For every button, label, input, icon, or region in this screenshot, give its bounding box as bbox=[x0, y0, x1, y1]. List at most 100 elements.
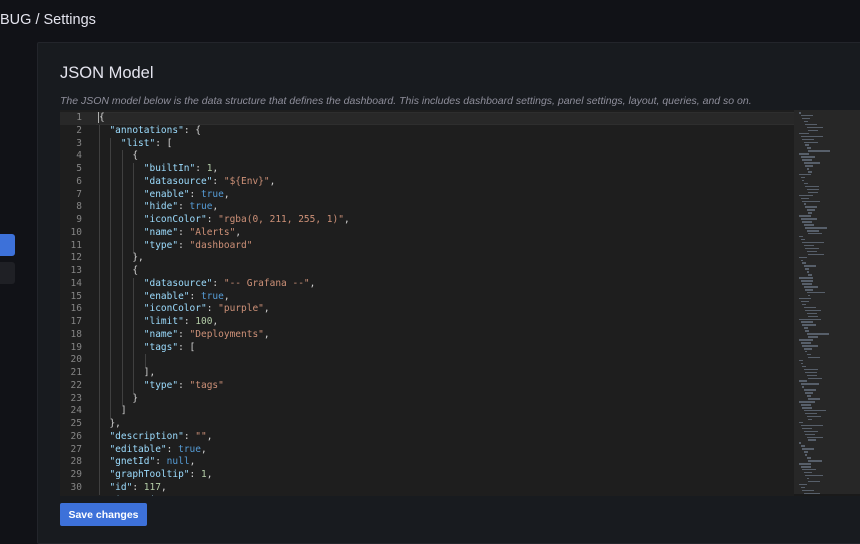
code-text: "enable": true, bbox=[98, 291, 230, 304]
minimap-line bbox=[805, 268, 809, 270]
minimap-line bbox=[799, 235, 803, 238]
code-token: "tags" bbox=[143, 341, 179, 353]
minimap-line bbox=[800, 300, 809, 303]
code-token: "tags" bbox=[189, 379, 224, 391]
editor-minimap[interactable] bbox=[794, 110, 860, 496]
code-token: { bbox=[98, 150, 139, 162]
indent-guide bbox=[99, 124, 100, 495]
minimap-line bbox=[803, 348, 812, 350]
json-code-editor[interactable]: 1{2 "annotations": {3 "list": [4 {5 "bui… bbox=[60, 110, 860, 496]
code-token: "dashboard" bbox=[189, 239, 253, 251]
minimap-line bbox=[803, 306, 816, 309]
minimap-line bbox=[806, 353, 811, 356]
minimap-line bbox=[808, 460, 822, 462]
code-token: : bbox=[189, 290, 201, 302]
line-number: 24 bbox=[70, 405, 82, 417]
line-number: 16 bbox=[70, 303, 82, 315]
minimap-line bbox=[806, 230, 819, 232]
line-number: 10 bbox=[70, 226, 82, 238]
code-token: : bbox=[132, 481, 144, 493]
code-token: , bbox=[160, 481, 167, 493]
minimap-line bbox=[806, 147, 811, 149]
code-token: true bbox=[200, 188, 224, 200]
minimap-line bbox=[808, 377, 822, 379]
minimap-line bbox=[805, 412, 817, 415]
code-text: "editable": true, bbox=[98, 443, 206, 457]
line-number: 19 bbox=[70, 341, 82, 353]
code-token: true bbox=[178, 443, 201, 455]
code-text: "enable": true, bbox=[98, 189, 230, 202]
code-token: : bbox=[206, 214, 219, 225]
minimap-line bbox=[799, 359, 803, 362]
minimap-line bbox=[808, 480, 820, 483]
minimap-line bbox=[800, 445, 805, 447]
minimap-line bbox=[802, 262, 806, 264]
minimap-line bbox=[808, 191, 818, 194]
code-text: "datasource": "-- Grafana --", bbox=[98, 277, 316, 291]
save-changes-button[interactable]: Save changes bbox=[60, 503, 147, 526]
minimap-line bbox=[802, 489, 814, 492]
minimap-line bbox=[800, 424, 823, 427]
minimap-line bbox=[799, 297, 811, 300]
minimap-line bbox=[799, 421, 803, 424]
code-text: "annotations": { bbox=[98, 125, 201, 138]
minimap-line bbox=[808, 439, 816, 441]
minimap-line bbox=[803, 430, 818, 433]
minimap-line bbox=[803, 265, 816, 267]
code-token: : bbox=[178, 328, 190, 340]
minimap-line bbox=[803, 492, 820, 495]
code-text: "limit": 100, bbox=[98, 316, 218, 329]
code-line: 16 "iconColor": "purple", bbox=[60, 303, 860, 316]
code-token: "enable" bbox=[143, 290, 190, 302]
indent-guide bbox=[121, 150, 123, 406]
code-token: "datasource" bbox=[143, 277, 213, 289]
code-text: "tags": [ bbox=[98, 341, 196, 355]
code-token: , bbox=[263, 328, 270, 340]
code-token: 1648264034510 bbox=[184, 495, 258, 497]
code-token: : bbox=[183, 430, 196, 442]
line-number: 15 bbox=[70, 290, 82, 302]
minimap-line bbox=[803, 409, 826, 412]
code-text: } bbox=[98, 393, 138, 406]
code-token: "iteration" bbox=[109, 495, 172, 497]
code-token: "-- Grafana --" bbox=[223, 277, 310, 289]
code-text: }, bbox=[98, 252, 143, 265]
code-text: "graphTooltip": 1, bbox=[98, 469, 212, 482]
minimap-line bbox=[799, 215, 811, 217]
code-line: 24 ] bbox=[60, 405, 860, 418]
minimap-line bbox=[805, 371, 817, 374]
minimap-line bbox=[799, 194, 813, 197]
indent-guide bbox=[133, 163, 135, 253]
code-token: 100 bbox=[195, 316, 213, 327]
code-token: "editable" bbox=[109, 443, 167, 455]
minimap-line bbox=[805, 185, 819, 188]
minimap-line bbox=[806, 312, 817, 315]
code-text: }, bbox=[98, 418, 120, 431]
code-text: "name": "Deployments", bbox=[98, 329, 270, 342]
minimap-line bbox=[799, 380, 807, 382]
code-line: 20 bbox=[60, 354, 860, 367]
code-token: "list" bbox=[120, 137, 156, 149]
minimap-line bbox=[806, 457, 811, 459]
sidebar-tab-active[interactable] bbox=[0, 234, 15, 256]
code-token: , bbox=[223, 188, 230, 200]
code-token: 117 bbox=[143, 481, 161, 493]
minimap-line bbox=[800, 197, 809, 200]
minimap-line bbox=[806, 477, 809, 480]
code-text: { bbox=[98, 265, 138, 278]
code-line: 29 "graphTooltip": 1, bbox=[60, 469, 860, 482]
minimap-line bbox=[805, 330, 809, 332]
code-token: : bbox=[155, 456, 167, 468]
sidebar-tab[interactable] bbox=[0, 262, 15, 284]
minimap-line bbox=[808, 294, 810, 297]
code-token: : bbox=[178, 226, 190, 238]
code-text: "builtIn": 1, bbox=[98, 163, 218, 176]
minimap-line bbox=[803, 141, 818, 143]
minimap-line bbox=[799, 318, 821, 320]
minimap-line bbox=[800, 486, 805, 489]
line-number: 4 bbox=[76, 150, 82, 162]
code-line: 4 { bbox=[60, 150, 860, 163]
